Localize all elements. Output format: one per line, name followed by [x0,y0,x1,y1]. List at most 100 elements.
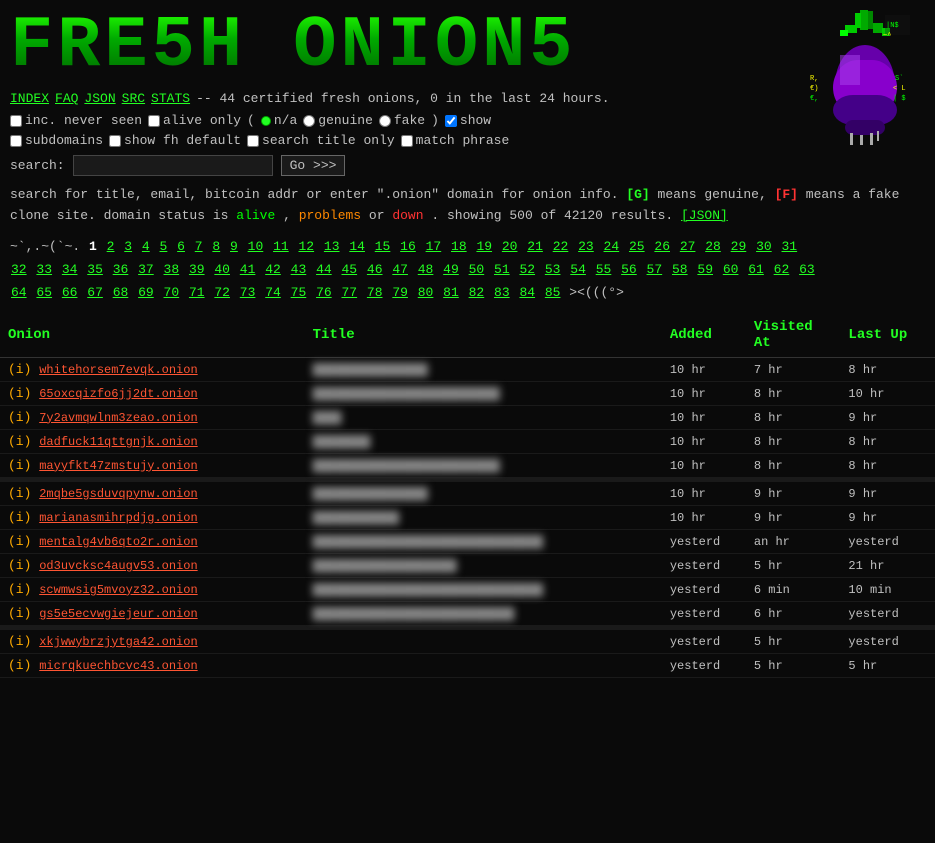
page-67[interactable]: 67 [87,285,103,300]
page-44[interactable]: 44 [316,262,332,277]
page-6[interactable]: 6 [177,239,185,254]
page-45[interactable]: 45 [341,262,357,277]
onion-link[interactable]: dadfuck11qttgnjk.onion [39,435,197,449]
page-19[interactable]: 19 [476,239,492,254]
info-link[interactable]: (i) [8,558,31,573]
page-38[interactable]: 38 [164,262,180,277]
page-73[interactable]: 73 [240,285,256,300]
info-link[interactable]: (i) [8,458,31,473]
search-input[interactable] [73,155,273,176]
page-16[interactable]: 16 [400,239,416,254]
onion-link[interactable]: mentalg4vb6qto2r.onion [39,535,197,549]
page-36[interactable]: 36 [113,262,129,277]
page-57[interactable]: 57 [647,262,663,277]
page-54[interactable]: 54 [570,262,586,277]
onion-link[interactable]: od3uvcksc4augv53.onion [39,559,197,573]
page-66[interactable]: 66 [62,285,78,300]
page-49[interactable]: 49 [443,262,459,277]
page-15[interactable]: 15 [375,239,391,254]
page-7[interactable]: 7 [195,239,203,254]
page-27[interactable]: 27 [680,239,696,254]
page-28[interactable]: 28 [705,239,721,254]
page-77[interactable]: 77 [341,285,357,300]
inc-never-seen-option[interactable]: inc. never seen [10,113,142,128]
page-33[interactable]: 33 [36,262,52,277]
subdomains-option[interactable]: subdomains [10,133,103,148]
page-9[interactable]: 9 [230,239,238,254]
show-checkbox[interactable] [445,115,457,127]
page-13[interactable]: 13 [324,239,340,254]
page-30[interactable]: 30 [756,239,772,254]
page-25[interactable]: 25 [629,239,645,254]
page-26[interactable]: 26 [654,239,670,254]
info-link[interactable]: (i) [8,510,31,525]
page-32[interactable]: 32 [11,262,27,277]
radio-fake-option[interactable]: fake [379,113,425,128]
info-link[interactable]: (i) [8,486,31,501]
page-43[interactable]: 43 [291,262,307,277]
page-23[interactable]: 23 [578,239,594,254]
onion-link[interactable]: mayyfkt47zmstujy.onion [39,459,197,473]
page-48[interactable]: 48 [418,262,434,277]
onion-link[interactable]: micrqkuechbcvc43.onion [39,659,197,673]
info-link[interactable]: (i) [8,658,31,673]
page-4[interactable]: 4 [142,239,150,254]
json-results-link[interactable]: [JSON] [681,208,728,223]
radio-fake-input[interactable] [379,115,391,127]
match-phrase-checkbox[interactable] [401,135,413,147]
subdomains-checkbox[interactable] [10,135,22,147]
page-3[interactable]: 3 [124,239,132,254]
show-fh-checkbox[interactable] [109,135,121,147]
page-47[interactable]: 47 [392,262,408,277]
page-71[interactable]: 71 [189,285,205,300]
alive-only-option[interactable]: alive only [148,113,241,128]
info-link[interactable]: (i) [8,634,31,649]
page-84[interactable]: 84 [519,285,535,300]
page-29[interactable]: 29 [731,239,747,254]
page-46[interactable]: 46 [367,262,383,277]
radio-na-option[interactable]: n/a [261,113,297,128]
onion-link[interactable]: 65oxcqizfo6jj2dt.onion [39,387,197,401]
match-phrase-option[interactable]: match phrase [401,133,510,148]
page-8[interactable]: 8 [212,239,220,254]
page-5[interactable]: 5 [160,239,168,254]
page-40[interactable]: 40 [214,262,230,277]
page-18[interactable]: 18 [451,239,467,254]
page-78[interactable]: 78 [367,285,383,300]
page-41[interactable]: 41 [240,262,256,277]
page-74[interactable]: 74 [265,285,281,300]
onion-link[interactable]: whitehorsem7evqk.onion [39,363,197,377]
info-link[interactable]: (i) [8,386,31,401]
page-34[interactable]: 34 [62,262,78,277]
page-51[interactable]: 51 [494,262,510,277]
page-35[interactable]: 35 [87,262,103,277]
page-24[interactable]: 24 [604,239,620,254]
page-70[interactable]: 70 [164,285,180,300]
page-68[interactable]: 68 [113,285,129,300]
search-button[interactable]: Go >>> [281,155,346,176]
nav-json[interactable]: JSON [84,91,115,106]
nav-src[interactable]: SRC [122,91,145,106]
page-10[interactable]: 10 [248,239,264,254]
page-39[interactable]: 39 [189,262,205,277]
radio-genuine-option[interactable]: genuine [303,113,373,128]
page-62[interactable]: 62 [774,262,790,277]
page-82[interactable]: 82 [469,285,485,300]
info-link[interactable]: (i) [8,434,31,449]
info-link[interactable]: (i) [8,410,31,425]
onion-link[interactable]: 2mqbe5gsduvqpynw.onion [39,487,197,501]
page-20[interactable]: 20 [502,239,518,254]
page-22[interactable]: 22 [553,239,569,254]
page-81[interactable]: 81 [443,285,459,300]
nav-faq[interactable]: FAQ [55,91,78,106]
page-80[interactable]: 80 [418,285,434,300]
page-50[interactable]: 50 [469,262,485,277]
page-65[interactable]: 65 [36,285,52,300]
page-55[interactable]: 55 [596,262,612,277]
onion-link[interactable]: xkjwwybrzjytga42.onion [39,635,197,649]
search-title-option[interactable]: search title only [247,133,395,148]
page-31[interactable]: 31 [782,239,798,254]
onion-link[interactable]: gs5e5ecvwgiejeur.onion [39,607,197,621]
nav-stats[interactable]: STATS [151,91,190,106]
page-63[interactable]: 63 [799,262,815,277]
